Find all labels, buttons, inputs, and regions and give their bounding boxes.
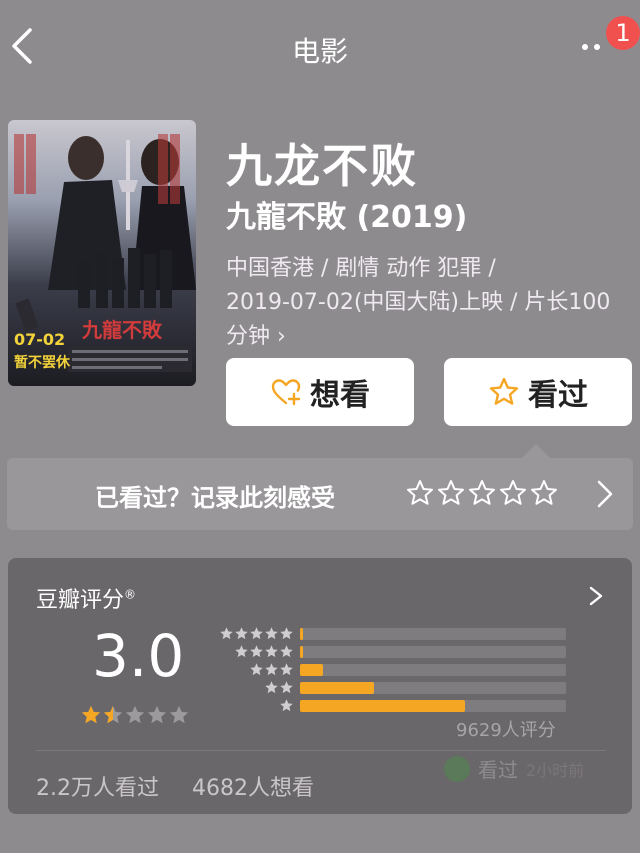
star-filled-icon	[103, 705, 123, 724]
star-icon	[265, 645, 278, 658]
star-empty-icon	[147, 705, 167, 724]
poster-title: 九龍不敗	[82, 318, 162, 342]
star-filled-icon	[81, 705, 101, 724]
distribution-stars	[216, 662, 294, 677]
meta-line-2: 2019-07-02(中国大陆)上映 / 片长100	[226, 290, 611, 315]
watched-button-label: 看过	[528, 378, 588, 413]
distribution-bar	[300, 664, 323, 676]
registered-mark: ®	[124, 587, 137, 602]
star-outline-icon[interactable]	[467, 478, 497, 508]
star-empty-icon	[125, 705, 145, 724]
distribution-track	[300, 700, 566, 712]
meta-line-3: 分钟 ›	[226, 324, 286, 349]
movie-original-title: 九龍不敗 (2019)	[226, 200, 468, 235]
heart-plus-icon	[271, 379, 301, 406]
distribution-bar	[300, 700, 466, 712]
rating-card[interactable]: 豆瓣评分® 3.0 9629人评分 2.2万人看过 4682人想看 看过 2小时…	[8, 558, 632, 814]
distribution-bar	[300, 682, 374, 694]
friend-activity[interactable]: 看过 2小时前	[444, 754, 584, 783]
star-icon	[280, 681, 293, 694]
distribution-track	[300, 664, 566, 676]
chevron-right-icon[interactable]	[586, 584, 606, 608]
chevron-right-icon[interactable]	[593, 478, 617, 510]
avatar	[444, 755, 470, 782]
star-empty-icon	[169, 705, 189, 724]
page-title: 电影	[291, 35, 348, 68]
star-icon	[265, 681, 278, 694]
star-icon	[280, 699, 293, 712]
star-icon	[220, 627, 233, 640]
movie-title: 九龙不败	[226, 139, 418, 193]
poster-slogan: 暂不罢休	[14, 355, 70, 371]
notification-badge[interactable]: 1	[606, 16, 640, 50]
want-to-watch-button[interactable]: 想看	[226, 358, 414, 426]
watched-button[interactable]: 看过	[444, 358, 632, 426]
distribution-bar	[300, 628, 303, 640]
distribution-bar	[300, 646, 303, 658]
star-outline-icon[interactable]	[405, 478, 435, 508]
want-count[interactable]: 4682人想看	[192, 770, 314, 802]
activity-time: 2小时前	[526, 760, 585, 780]
rating-score: 3.0	[92, 622, 185, 690]
record-stars[interactable]	[405, 478, 560, 508]
star-outline-icon	[489, 377, 519, 405]
star-icon	[265, 627, 278, 640]
more-dot-icon	[582, 44, 588, 50]
star-icon	[235, 627, 248, 640]
distribution-stars	[216, 626, 294, 641]
star-icon	[280, 663, 293, 676]
rating-label: 豆瓣评分®	[36, 587, 137, 613]
star-outline-icon[interactable]	[498, 478, 528, 508]
more-dot-icon	[594, 44, 600, 50]
seen-count[interactable]: 2.2万人看过	[36, 770, 159, 802]
tooltip-caret	[522, 444, 550, 458]
star-icon	[235, 645, 248, 658]
nav-bar: 电影 1	[0, 0, 640, 96]
star-icon	[280, 645, 293, 658]
star-icon	[250, 645, 263, 658]
distribution-stars	[216, 698, 294, 713]
star-outline-icon[interactable]	[436, 478, 466, 508]
distribution-stars	[216, 644, 294, 659]
star-icon	[250, 663, 263, 676]
distribution-track	[300, 628, 566, 640]
distribution-track	[300, 682, 566, 694]
record-feeling-bar[interactable]: 已看过？记录此刻感受	[7, 458, 633, 530]
star-icon	[250, 627, 263, 640]
star-outline-icon[interactable]	[529, 478, 559, 508]
poster-date: 07-02	[14, 330, 66, 349]
distribution-track	[300, 646, 566, 658]
star-icon	[265, 663, 278, 676]
want-button-label: 想看	[310, 378, 370, 413]
meta-line-1: 中国香港 / 剧情 动作 犯罪 /	[226, 256, 496, 281]
rating-count: 9629人评分	[456, 720, 556, 741]
record-prompt: 已看过？记录此刻感受	[95, 484, 335, 512]
star-icon	[280, 627, 293, 640]
movie-poster[interactable]: 07-02 九龍不敗 暂不罢休	[8, 120, 196, 386]
score-stars	[80, 704, 190, 726]
divider	[36, 750, 606, 751]
activity-text: 看过	[478, 758, 518, 782]
distribution-stars	[216, 680, 294, 695]
movie-meta[interactable]: 中国香港 / 剧情 动作 犯罪 / 2019-07-02(中国大陆)上映 / 片…	[226, 252, 636, 354]
